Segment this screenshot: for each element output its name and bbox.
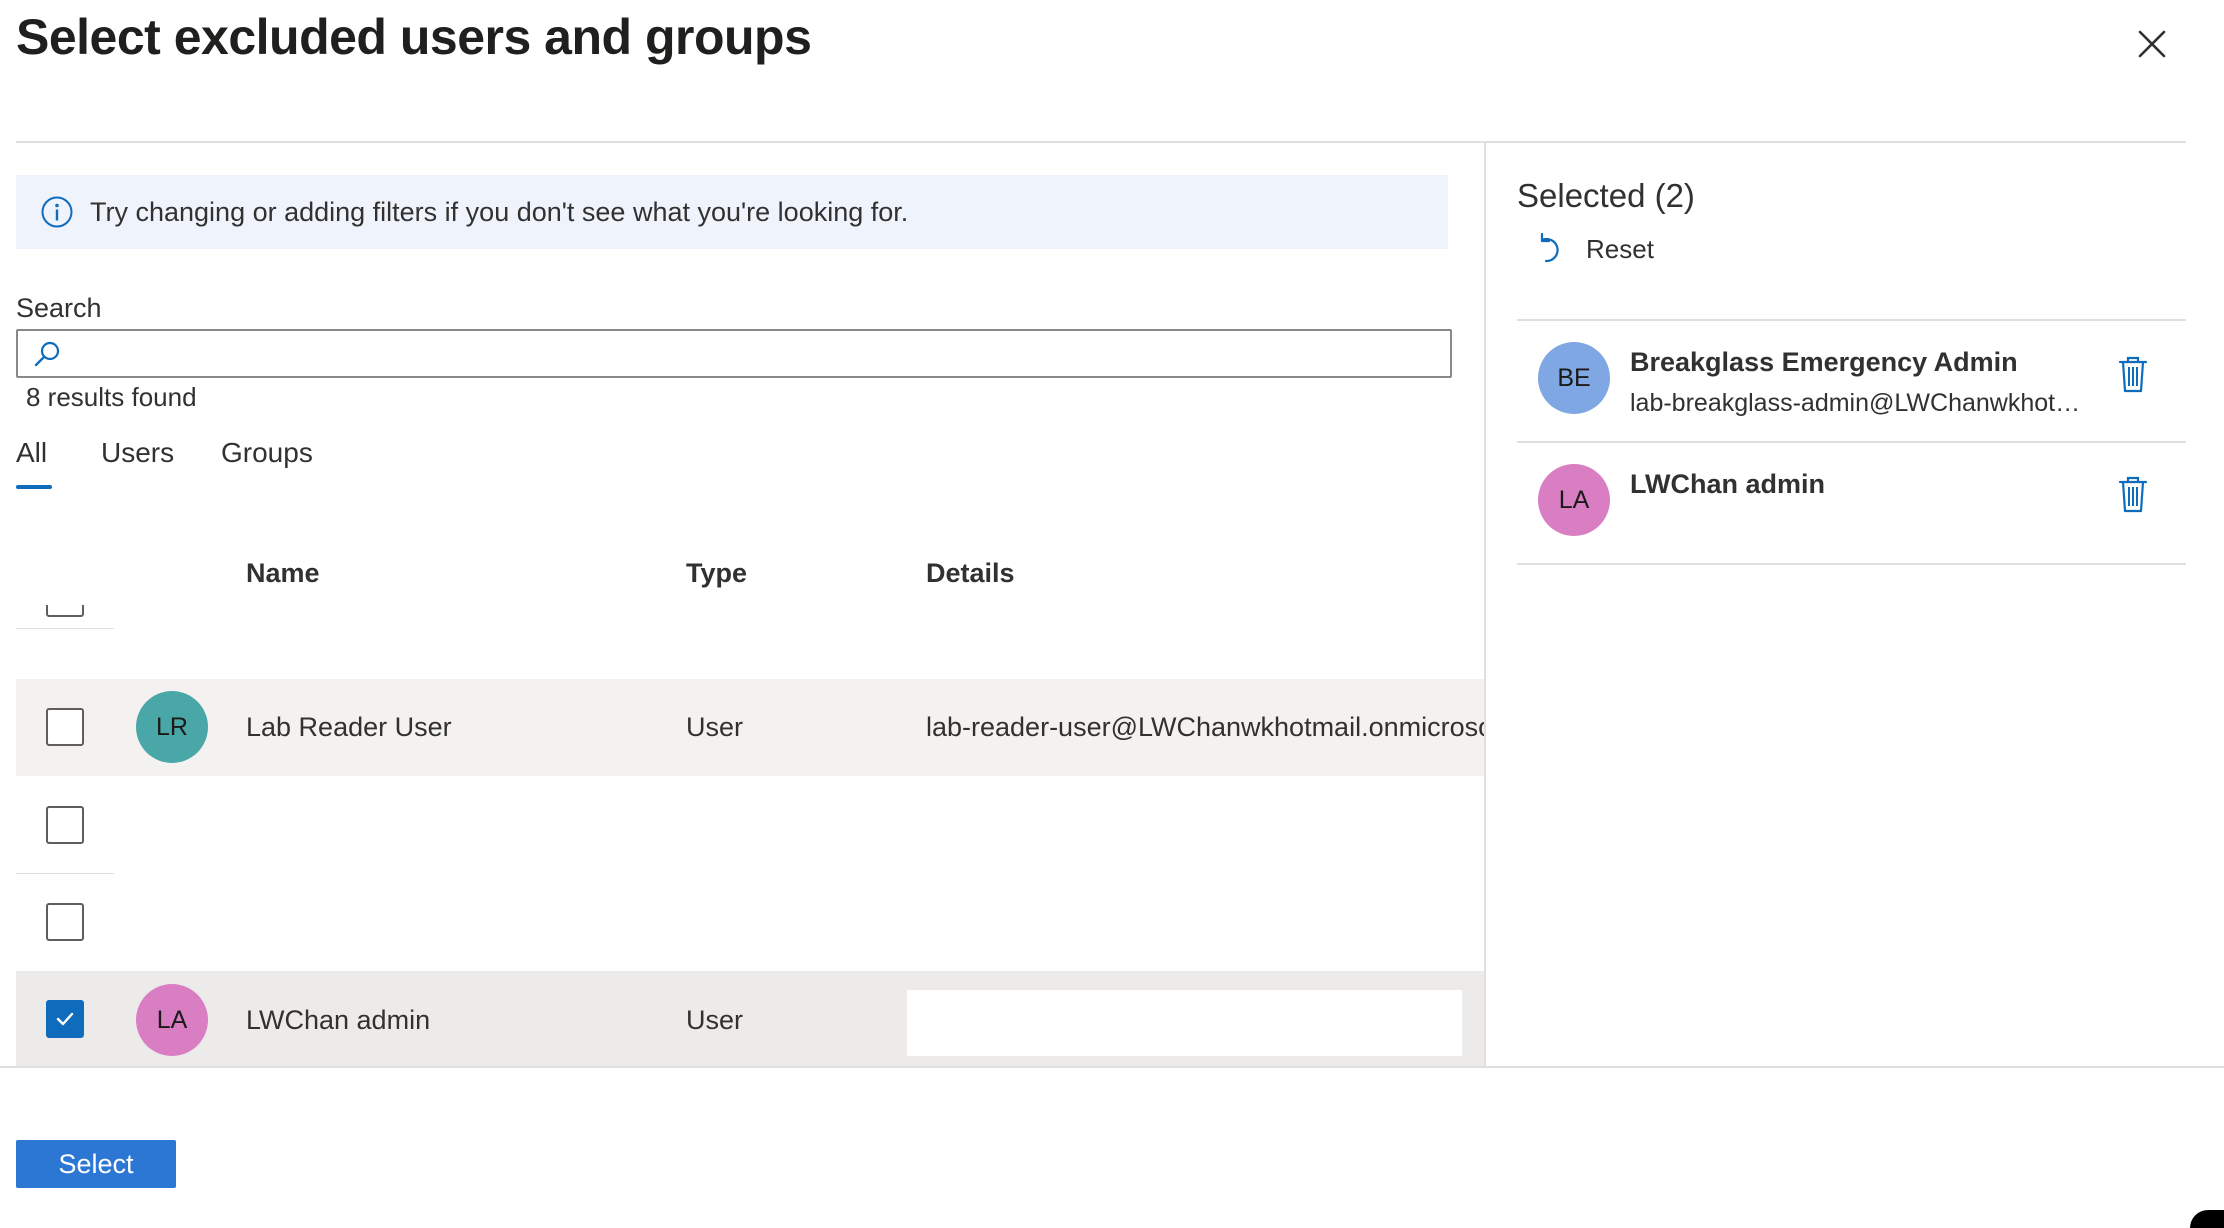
avatar: LR: [136, 691, 208, 763]
avatar: BE: [1538, 342, 1610, 414]
row-checkbox[interactable]: [46, 903, 84, 941]
avatar: LA: [1538, 464, 1610, 536]
trash-icon: [2118, 356, 2148, 393]
table-row[interactable]: [16, 605, 1484, 629]
close-icon: [2138, 30, 2166, 58]
row-type: User: [686, 1005, 744, 1035]
remove-button[interactable]: [2115, 354, 2151, 394]
selected-item-name: Breakglass Emergency Admin: [1630, 347, 2018, 377]
reset-label: Reset: [1586, 233, 1654, 264]
search-icon: [34, 341, 60, 366]
footer-divider: [0, 1066, 2224, 1068]
selected-item-detail: lab-breakglass-admin@LWChanwkhotmail.onm…: [1630, 389, 2100, 417]
row-name: LWChan admin: [246, 1005, 431, 1035]
tab-users[interactable]: Users: [101, 437, 174, 469]
page-title: Select excluded users and groups: [16, 9, 812, 65]
row-details: lab-reader-user@LWChanwkhotmail.onmicros…: [926, 712, 1484, 742]
results-table: LR Lab Reader User User lab-reader-user@…: [16, 605, 1484, 1067]
row-type: User: [686, 712, 744, 742]
selected-divider: [1517, 441, 2186, 443]
info-text: Try changing or adding filters if you do…: [90, 196, 909, 227]
row-checkbox-checked[interactable]: [46, 1000, 84, 1038]
table-row[interactable]: [16, 874, 1484, 971]
checkmark-icon: [56, 1012, 74, 1026]
tab-all[interactable]: All: [16, 437, 47, 469]
selected-item-name: LWChan admin: [1630, 469, 1825, 499]
active-tab-indicator: [16, 485, 52, 489]
window-corner: [2190, 1210, 2224, 1228]
search-input[interactable]: [70, 332, 1450, 375]
search-box: [16, 329, 1452, 378]
avatar: LA: [136, 984, 208, 1056]
header-divider: [16, 141, 2186, 143]
column-header-details[interactable]: Details: [926, 558, 1015, 589]
row-checkbox[interactable]: [46, 605, 84, 617]
undo-icon: [1540, 232, 1559, 263]
row-details-blank: [907, 990, 1462, 1056]
table-row[interactable]: LA LWChan admin User: [16, 971, 1484, 1067]
row-checkbox[interactable]: [46, 806, 84, 844]
selected-title: Selected (2): [1517, 177, 1695, 214]
search-label: Search: [16, 293, 102, 323]
selected-divider: [1517, 563, 2186, 565]
row-divider: [16, 628, 114, 629]
select-button[interactable]: Select: [16, 1140, 176, 1188]
info-icon: [41, 196, 73, 228]
column-header-name[interactable]: Name: [246, 558, 320, 589]
info-banner: Try changing or adding filters if you do…: [16, 175, 1448, 249]
reset-button[interactable]: Reset: [1536, 232, 1654, 266]
panel-divider: [1484, 142, 1486, 1066]
close-button[interactable]: [2130, 22, 2174, 66]
remove-button[interactable]: [2115, 474, 2151, 514]
row-checkbox[interactable]: [46, 708, 84, 746]
results-count: 8 results found: [26, 382, 197, 412]
selected-divider: [1517, 319, 2186, 321]
table-row[interactable]: LR Lab Reader User User lab-reader-user@…: [16, 679, 1484, 776]
tab-groups[interactable]: Groups: [221, 437, 313, 469]
column-header-type[interactable]: Type: [686, 558, 747, 589]
table-row[interactable]: [16, 777, 1484, 874]
row-name: Lab Reader User: [246, 712, 452, 742]
trash-icon: [2118, 476, 2148, 513]
